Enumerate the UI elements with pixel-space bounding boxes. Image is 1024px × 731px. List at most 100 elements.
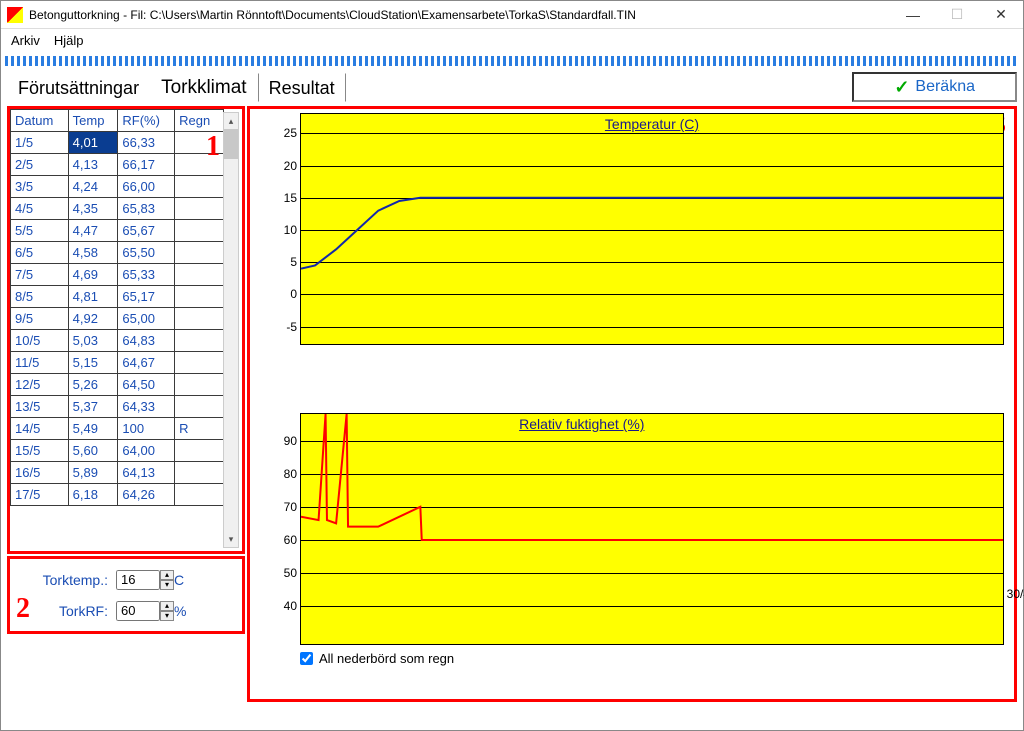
menu-hjalp[interactable]: Hjälp bbox=[54, 33, 84, 48]
cell[interactable]: 3/5 bbox=[11, 176, 69, 198]
cell[interactable]: 4,01 bbox=[68, 132, 118, 154]
cell[interactable]: 17/5 bbox=[11, 484, 69, 506]
cell[interactable]: 5,26 bbox=[68, 374, 118, 396]
cell[interactable]: 64,50 bbox=[118, 374, 175, 396]
cell[interactable]: 5,03 bbox=[68, 330, 118, 352]
cell[interactable]: 65,67 bbox=[118, 220, 175, 242]
table-row[interactable]: 3/54,2466,00 bbox=[11, 176, 224, 198]
cell[interactable]: 64,13 bbox=[118, 462, 175, 484]
table-scrollbar[interactable]: ▴ ▾ bbox=[223, 112, 239, 548]
cell[interactable]: 8/5 bbox=[11, 286, 69, 308]
cell[interactable] bbox=[175, 286, 224, 308]
menu-arkiv[interactable]: Arkiv bbox=[11, 33, 40, 48]
cell[interactable]: 5,60 bbox=[68, 440, 118, 462]
table-row[interactable]: 2/54,1366,17 bbox=[11, 154, 224, 176]
cell[interactable]: 4/5 bbox=[11, 198, 69, 220]
cell[interactable]: 4,58 bbox=[68, 242, 118, 264]
cell[interactable] bbox=[175, 374, 224, 396]
cell[interactable]: 4,47 bbox=[68, 220, 118, 242]
table-row[interactable]: 16/55,8964,13 bbox=[11, 462, 224, 484]
th-regn[interactable]: Regn bbox=[175, 110, 224, 132]
cell[interactable]: 65,00 bbox=[118, 308, 175, 330]
cell[interactable] bbox=[175, 440, 224, 462]
cell[interactable]: 65,83 bbox=[118, 198, 175, 220]
table-row[interactable]: 5/54,4765,67 bbox=[11, 220, 224, 242]
cell[interactable] bbox=[175, 220, 224, 242]
cell[interactable] bbox=[175, 198, 224, 220]
cell[interactable]: 65,50 bbox=[118, 242, 175, 264]
cell[interactable]: 66,17 bbox=[118, 154, 175, 176]
table-row[interactable]: 10/55,0364,83 bbox=[11, 330, 224, 352]
cell[interactable]: 4,35 bbox=[68, 198, 118, 220]
table-row[interactable]: 11/55,1564,67 bbox=[11, 352, 224, 374]
scroll-thumb[interactable] bbox=[224, 129, 238, 159]
climate-table[interactable]: DatumTempRF(%)Regn 1/54,0166,332/54,1366… bbox=[10, 109, 224, 506]
temp-up-icon[interactable]: ▴ bbox=[160, 570, 174, 580]
close-button[interactable]: ✕ bbox=[979, 1, 1023, 29]
cell[interactable]: R bbox=[175, 418, 224, 440]
tab-resultat[interactable]: Resultat bbox=[258, 73, 346, 102]
cell[interactable]: 6,18 bbox=[68, 484, 118, 506]
scroll-up-icon[interactable]: ▴ bbox=[224, 113, 238, 129]
cell[interactable]: 64,26 bbox=[118, 484, 175, 506]
cell[interactable] bbox=[175, 352, 224, 374]
scroll-down-icon[interactable]: ▾ bbox=[224, 531, 238, 547]
cell[interactable]: 65,33 bbox=[118, 264, 175, 286]
cell[interactable] bbox=[175, 176, 224, 198]
table-row[interactable]: 4/54,3565,83 bbox=[11, 198, 224, 220]
cell[interactable]: 4,81 bbox=[68, 286, 118, 308]
th-rf(%)[interactable]: RF(%) bbox=[118, 110, 175, 132]
cell[interactable]: 6/5 bbox=[11, 242, 69, 264]
table-row[interactable]: 7/54,6965,33 bbox=[11, 264, 224, 286]
cell[interactable]: 15/5 bbox=[11, 440, 69, 462]
cell[interactable]: 1/5 bbox=[11, 132, 69, 154]
torkrf-input[interactable] bbox=[116, 601, 160, 621]
cell[interactable] bbox=[175, 264, 224, 286]
cell[interactable]: 9/5 bbox=[11, 308, 69, 330]
cell[interactable] bbox=[175, 308, 224, 330]
calculate-button[interactable]: ✓ Beräkna bbox=[852, 72, 1017, 102]
rf-down-icon[interactable]: ▾ bbox=[160, 611, 174, 621]
table-row[interactable]: 1/54,0166,33 bbox=[11, 132, 224, 154]
table-row[interactable]: 6/54,5865,50 bbox=[11, 242, 224, 264]
table-row[interactable]: 9/54,9265,00 bbox=[11, 308, 224, 330]
cell[interactable]: 10/5 bbox=[11, 330, 69, 352]
tab-torkklimat[interactable]: Torkklimat bbox=[150, 72, 258, 102]
table-row[interactable]: 14/55,49100R bbox=[11, 418, 224, 440]
cell[interactable] bbox=[175, 330, 224, 352]
temp-down-icon[interactable]: ▾ bbox=[160, 580, 174, 590]
cell[interactable]: 5,89 bbox=[68, 462, 118, 484]
table-row[interactable]: 12/55,2664,50 bbox=[11, 374, 224, 396]
cell[interactable] bbox=[175, 484, 224, 506]
cell[interactable]: 4,92 bbox=[68, 308, 118, 330]
cell[interactable]: 5,37 bbox=[68, 396, 118, 418]
cell[interactable]: 12/5 bbox=[11, 374, 69, 396]
cell[interactable] bbox=[175, 462, 224, 484]
cell[interactable]: 14/5 bbox=[11, 418, 69, 440]
table-row[interactable]: 17/56,1864,26 bbox=[11, 484, 224, 506]
torktemp-input[interactable] bbox=[116, 570, 160, 590]
th-datum[interactable]: Datum bbox=[11, 110, 69, 132]
table-row[interactable]: 15/55,6064,00 bbox=[11, 440, 224, 462]
cell[interactable]: 4,69 bbox=[68, 264, 118, 286]
cell[interactable]: 100 bbox=[118, 418, 175, 440]
cell[interactable]: 11/5 bbox=[11, 352, 69, 374]
th-temp[interactable]: Temp bbox=[68, 110, 118, 132]
cell[interactable]: 65,17 bbox=[118, 286, 175, 308]
cell[interactable]: 5,49 bbox=[68, 418, 118, 440]
cell[interactable]: 16/5 bbox=[11, 462, 69, 484]
cell[interactable]: 2/5 bbox=[11, 154, 69, 176]
table-row[interactable]: 13/55,3764,33 bbox=[11, 396, 224, 418]
cell[interactable]: 4,24 bbox=[68, 176, 118, 198]
tab-forutsattningar[interactable]: Förutsättningar bbox=[7, 73, 150, 102]
cell[interactable]: 66,00 bbox=[118, 176, 175, 198]
minimize-button[interactable]: — bbox=[891, 1, 935, 29]
table-row[interactable]: 8/54,8165,17 bbox=[11, 286, 224, 308]
cell[interactable]: 7/5 bbox=[11, 264, 69, 286]
cell[interactable]: 64,67 bbox=[118, 352, 175, 374]
cell[interactable]: 66,33 bbox=[118, 132, 175, 154]
cell[interactable] bbox=[175, 242, 224, 264]
cell[interactable]: 4,13 bbox=[68, 154, 118, 176]
cell[interactable]: 64,83 bbox=[118, 330, 175, 352]
cell[interactable]: 64,33 bbox=[118, 396, 175, 418]
